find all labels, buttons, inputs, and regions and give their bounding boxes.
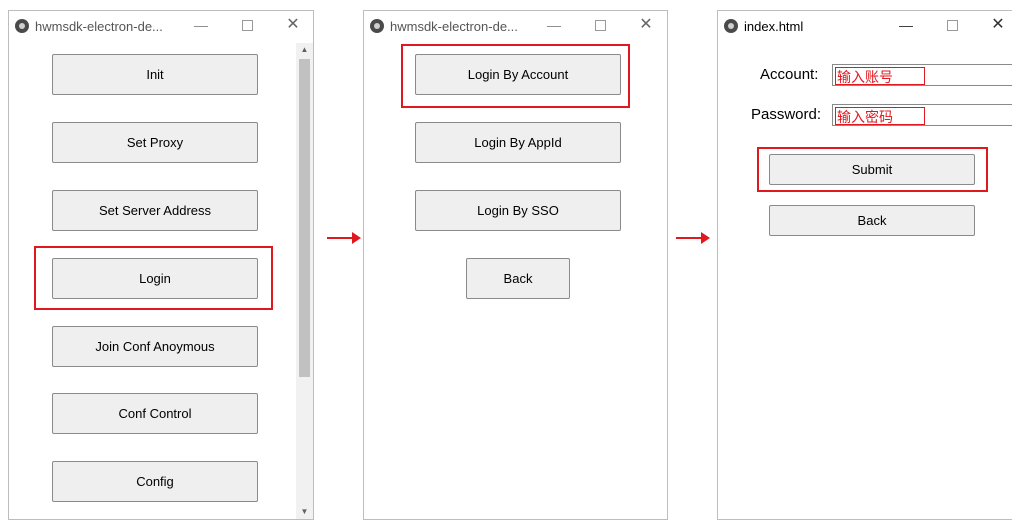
minimize-icon[interactable]: —: [896, 15, 916, 35]
minimize-icon[interactable]: —: [191, 15, 211, 35]
window-title: hwmsdk-electron-de...: [35, 19, 163, 34]
submit-button[interactable]: Submit: [769, 154, 975, 185]
arrow-right-icon: [327, 232, 361, 244]
config-button[interactable]: Config: [52, 461, 258, 502]
password-input[interactable]: 输入密码: [832, 104, 1012, 126]
window-title: index.html: [744, 19, 804, 34]
title-bar[interactable]: hwmsdk-electron-de... — ✕: [9, 11, 313, 43]
scrollbar[interactable]: ▲ ▼: [296, 43, 313, 519]
arrow-right-icon: [676, 232, 710, 244]
init-button[interactable]: Init: [52, 54, 258, 95]
back-button[interactable]: Back: [466, 258, 570, 299]
set-proxy-button[interactable]: Set Proxy: [52, 122, 258, 163]
account-label: Account:: [760, 66, 819, 83]
close-icon[interactable]: ✕: [283, 15, 303, 35]
maximize-icon[interactable]: [237, 15, 257, 35]
password-label: Password:: [751, 106, 822, 123]
login-by-account-button[interactable]: Login By Account: [415, 54, 621, 95]
login-by-appid-button[interactable]: Login By AppId: [415, 122, 621, 163]
conf-control-button[interactable]: Conf Control: [52, 393, 258, 434]
close-icon[interactable]: ✕: [988, 15, 1008, 35]
title-bar[interactable]: hwmsdk-electron-de... — ✕: [364, 11, 667, 43]
back-button[interactable]: Back: [769, 205, 975, 236]
maximize-icon[interactable]: [590, 15, 610, 35]
window-login-menu: hwmsdk-electron-de... — ✕ Login By Accou…: [363, 10, 668, 520]
minimize-icon[interactable]: —: [544, 15, 564, 35]
join-conf-anonymous-button[interactable]: Join Conf Anoymous: [52, 326, 258, 367]
app-icon: [370, 19, 384, 33]
scroll-up-icon[interactable]: ▲: [296, 43, 313, 57]
window-account-login-form: index.html — ✕ Account: 输入账号 Password: 输…: [717, 10, 1012, 520]
window-main-menu: hwmsdk-electron-de... — ✕ Init Set Proxy…: [8, 10, 314, 520]
scroll-down-icon[interactable]: ▼: [296, 505, 313, 519]
scrollbar-thumb[interactable]: [299, 59, 310, 377]
title-bar[interactable]: index.html — ✕: [718, 11, 1012, 43]
login-button[interactable]: Login: [52, 258, 258, 299]
login-by-sso-button[interactable]: Login By SSO: [415, 190, 621, 231]
app-icon: [15, 19, 29, 33]
app-icon: [724, 19, 738, 33]
maximize-icon[interactable]: [942, 15, 962, 35]
window-title: hwmsdk-electron-de...: [390, 19, 518, 34]
account-input[interactable]: 输入账号: [832, 64, 1012, 86]
close-icon[interactable]: ✕: [636, 15, 656, 35]
set-server-address-button[interactable]: Set Server Address: [52, 190, 258, 231]
